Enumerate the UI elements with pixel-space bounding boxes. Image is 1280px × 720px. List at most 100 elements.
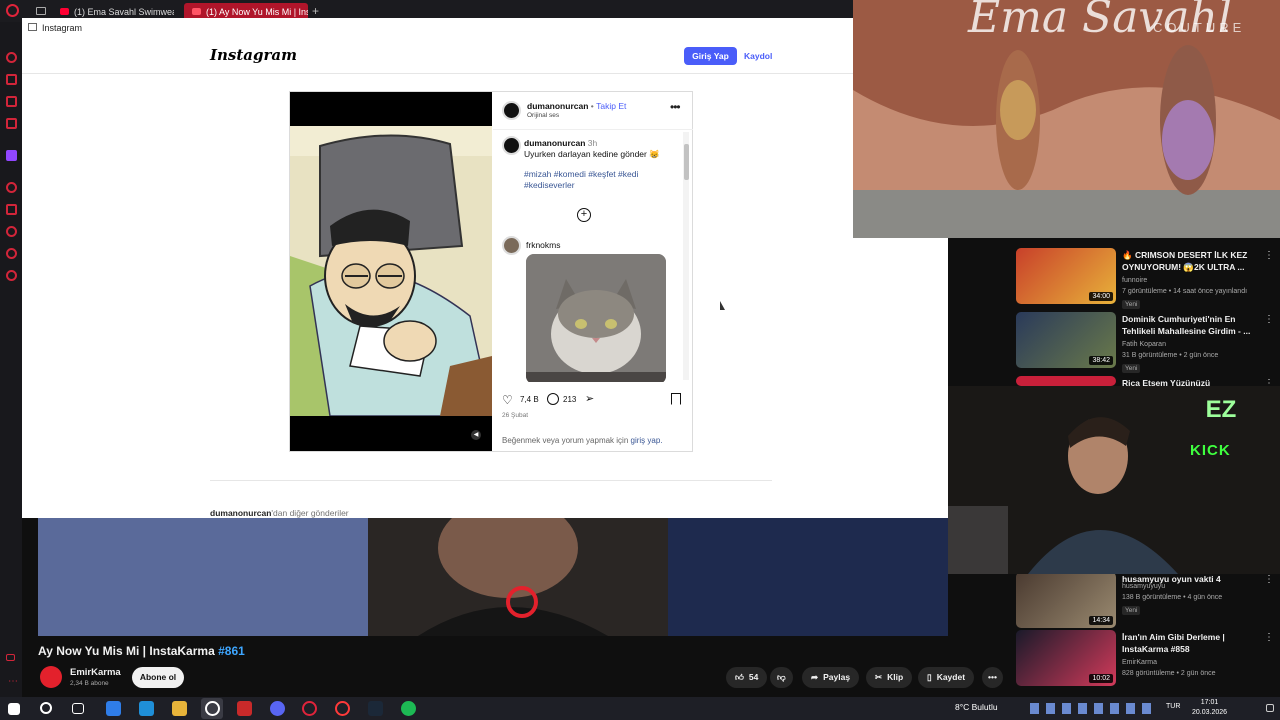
notification-icon[interactable] <box>1266 704 1274 712</box>
clock-icon[interactable] <box>6 226 17 237</box>
avatar[interactable] <box>502 101 521 120</box>
steam-icon[interactable] <box>368 701 383 716</box>
like-button[interactable]: 👍︎ 54 <box>726 667 768 688</box>
extension-icon[interactable] <box>6 74 17 85</box>
spotify-icon[interactable] <box>401 701 416 716</box>
load-more-comments-icon[interactable]: + <box>577 208 591 222</box>
window-title-bar: Instagram <box>22 18 948 36</box>
recommendation-item[interactable]: 38:42 Dominik Cumhuriyeti'nin En Tehlike… <box>1016 312 1276 374</box>
player-icon[interactable] <box>6 182 17 193</box>
more-icon[interactable]: ⋮ <box>1264 314 1274 325</box>
bookmark-icon[interactable] <box>6 248 17 259</box>
settings-icon[interactable] <box>6 270 17 281</box>
instagram-logo[interactable]: Instagram <box>210 46 297 64</box>
history-icon[interactable] <box>6 52 17 63</box>
edge-icon[interactable] <box>139 701 154 716</box>
runway-video-pip[interactable]: Ema Savahl COUTURE <box>853 0 1280 238</box>
more-icon[interactable]: ⋮ <box>1264 632 1274 643</box>
sidebar-more-icon[interactable]: ⋯ <box>8 676 18 687</box>
video-hashtag[interactable]: #861 <box>218 644 245 658</box>
channel-name[interactable]: husamyuyuyu <box>1122 583 1165 590</box>
save-button[interactable]: ▯ Kaydet <box>918 667 975 688</box>
instagram-post: ◀ dumanonurcan • Takip Et Orijinal ses •… <box>289 91 693 452</box>
signup-link[interactable]: Kaydol <box>744 48 772 64</box>
channel-name[interactable]: Fatih Koparan <box>1122 341 1166 348</box>
login-button[interactable]: Giriş Yap <box>684 47 737 65</box>
recommendation-item[interactable]: 14:34 husamyuyu oyun vakti 4 husamyuyuyu… <box>1016 572 1276 634</box>
scissors-icon: ✂ <box>875 672 883 682</box>
section-divider <box>210 480 772 481</box>
voicemod-icon[interactable] <box>237 701 252 716</box>
login-link[interactable]: giriş yap. <box>631 436 663 445</box>
video-thumbnail[interactable]: 10:02 <box>1016 630 1116 686</box>
obs-icon[interactable] <box>205 701 220 716</box>
recommendation-item[interactable]: 34:00 🔥 CRIMSON DESERT İLK KEZ OYNUYORUM… <box>1016 248 1276 310</box>
video-thumbnail[interactable]: 14:34 <box>1016 572 1116 628</box>
new-tab-button[interactable]: + <box>312 4 319 18</box>
weather-widget[interactable]: 8°C Bulutlu <box>955 702 998 712</box>
video-thumbnail[interactable]: 34:00 <box>1016 248 1116 304</box>
language-indicator[interactable]: TUR <box>1166 703 1180 710</box>
more-icon[interactable]: ⋮ <box>1264 574 1274 585</box>
hashtags[interactable]: #mizah #komedi #keşfet #kedi #kediseverl… <box>524 169 654 191</box>
username-link[interactable]: dumanonurcan <box>527 101 588 111</box>
discord-icon[interactable] <box>270 701 285 716</box>
share-icon[interactable]: ➢ <box>585 392 594 405</box>
save-label: Kaydet <box>936 672 966 682</box>
pinboard-icon[interactable] <box>6 204 17 215</box>
channel-name[interactable]: EmirKarma <box>70 667 121 678</box>
post-video[interactable]: ◀ <box>290 92 492 451</box>
avatar[interactable] <box>502 236 521 255</box>
video-title[interactable]: 🔥 CRIMSON DESERT İLK KEZ OYNUYORUM! 😱2K … <box>1122 249 1258 273</box>
copilot-icon[interactable] <box>106 701 121 716</box>
main-video-player[interactable] <box>38 518 948 636</box>
tab-overview-icon[interactable] <box>36 7 46 15</box>
opera-sidebar: ⋯ <box>0 22 22 697</box>
video-meta: 31 B görüntüleme • 2 gün önce <box>1122 352 1219 359</box>
follow-link[interactable]: Takip Et <box>596 101 626 111</box>
comment-username[interactable]: frknokms <box>526 240 560 250</box>
opera-icon[interactable] <box>335 701 350 716</box>
audio-label[interactable]: Orijinal ses <box>527 112 559 119</box>
video-thumbnail[interactable] <box>1016 376 1116 386</box>
more-posts-user[interactable]: dumanonurcan <box>210 508 271 518</box>
like-icon[interactable]: ♡ <box>502 393 513 407</box>
opera-logo-icon[interactable] <box>6 4 19 17</box>
dislike-button[interactable]: 👎︎ <box>770 667 793 688</box>
messenger-icon[interactable] <box>6 96 17 107</box>
clip-button[interactable]: ✂ Klip <box>866 667 913 688</box>
video-title[interactable]: Dominik Cumhuriyeti'nin En Tehlikeli Mah… <box>1122 313 1258 337</box>
bookmark-icon[interactable] <box>671 393 681 405</box>
video-title[interactable]: İran'ın Aim Gibi Derleme | InstaKarma #8… <box>1122 631 1258 655</box>
subscribe-button[interactable]: Abone ol <box>132 667 184 688</box>
comments-scrollbar[interactable] <box>683 132 689 380</box>
system-tray-icons[interactable] <box>1030 703 1156 714</box>
share-label: Paylaş <box>823 672 851 682</box>
recommendation-item[interactable]: 10:02 İran'ın Aim Gibi Derleme | InstaKa… <box>1016 630 1276 692</box>
task-view-icon[interactable] <box>72 703 84 714</box>
more-icon[interactable]: ⋮ <box>1264 250 1274 261</box>
file-explorer-icon[interactable] <box>172 701 187 716</box>
video-duration: 34:00 <box>1089 292 1113 301</box>
clock[interactable]: 17:01 20.03.2026 <box>1192 698 1227 718</box>
youtube-icon <box>60 8 69 15</box>
channel-name[interactable]: funnoire <box>1122 277 1147 284</box>
share-button[interactable]: ➦ Paylaş <box>802 667 860 688</box>
ai-icon[interactable] <box>6 654 15 661</box>
opera-gx-icon[interactable] <box>302 701 317 716</box>
channel-name[interactable]: EmirKarma <box>1122 659 1157 666</box>
mute-icon[interactable]: ◀ <box>471 430 481 440</box>
post-actions: ♡ 7,4 B 213 ➢ <box>493 390 693 410</box>
windows-start-icon[interactable] <box>8 703 20 715</box>
avatar[interactable] <box>502 136 521 155</box>
search-icon[interactable] <box>40 702 52 714</box>
channel-avatar[interactable] <box>40 666 62 688</box>
comment-icon[interactable] <box>547 393 559 405</box>
subscriber-count: 2,34 B abone <box>70 680 109 687</box>
caption-username[interactable]: dumanonurcan <box>524 138 585 148</box>
video-thumbnail[interactable]: 38:42 <box>1016 312 1116 368</box>
more-actions-button[interactable]: ••• <box>982 667 1003 688</box>
mail-icon[interactable] <box>6 118 17 129</box>
more-options-icon[interactable]: ••• <box>670 100 681 114</box>
twitch-icon[interactable] <box>6 150 17 161</box>
